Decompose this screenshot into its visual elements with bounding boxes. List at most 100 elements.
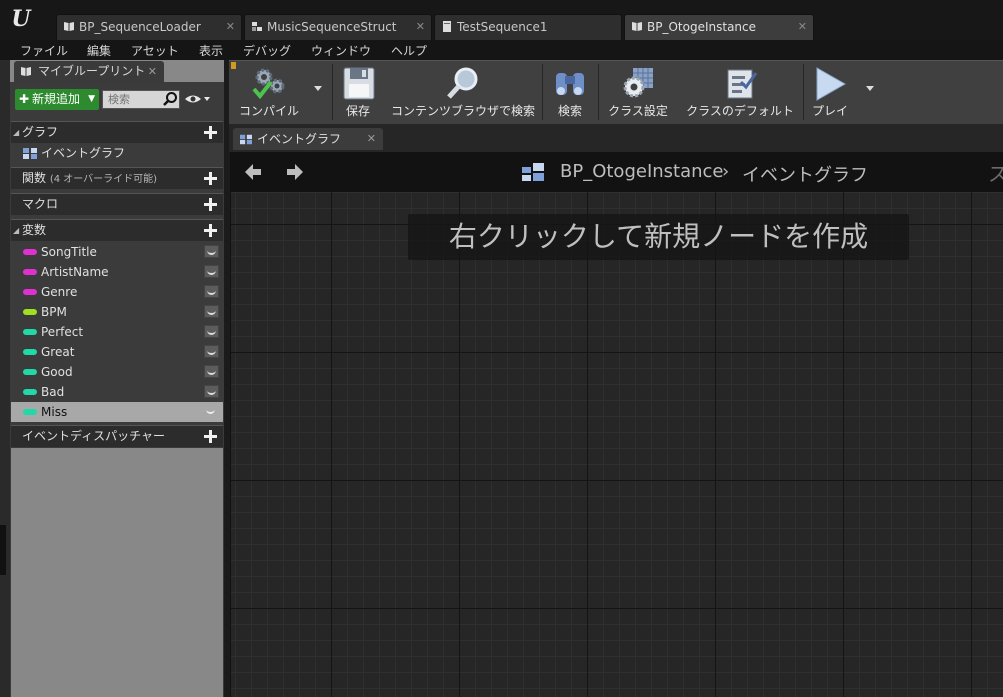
breadcrumb-graph[interactable]: イベントグラフ [742,161,868,187]
section-label: 関数 (4 オーバーライド可能) [22,168,157,190]
instance-editable-eye-icon[interactable] [204,285,219,298]
tab-bp-sequence-loader[interactable]: BP_SequenceLoader ✕ [56,14,242,40]
menu-asset[interactable]: アセット [131,42,179,59]
instance-editable-eye-icon[interactable] [204,405,219,418]
graph-item-event-graph[interactable]: イベントグラフ [11,143,223,164]
instance-editable-eye-icon[interactable] [204,345,219,358]
tab-bp-otoge-instance[interactable]: BP_OtogeInstance ✕ [624,14,814,40]
add-function-icon[interactable] [204,172,217,185]
blueprint-book-icon [21,67,31,76]
tab-music-sequence-struct[interactable]: MusicSequenceStruct ✕ [244,14,432,40]
variables-section-header[interactable]: ◢ 変数 [11,219,223,241]
event-dispatchers-section-header[interactable]: イベントディスパッチャー [11,425,223,447]
variable-item[interactable]: ArtistName [11,262,223,282]
add-new-label: 新規追加 [32,92,81,106]
play-label: プレイ [811,104,848,118]
binoculars-icon [556,73,584,95]
menu-file[interactable]: ファイル [20,42,68,59]
event-graph-icon [23,148,37,159]
close-icon[interactable]: ✕ [798,15,807,39]
variable-item[interactable]: Great [11,342,223,362]
variable-name: BPM [41,305,67,319]
functions-override-note: (4 オーバーライド可能) [49,174,158,185]
add-variable-icon[interactable] [204,224,217,237]
breadcrumb-separator: › [722,161,730,182]
instance-editable-eye-icon[interactable] [204,305,219,318]
variable-type-pin-icon [23,369,37,375]
menu-debug[interactable]: デバッグ [243,42,291,59]
visibility-eye-icon[interactable] [184,92,210,106]
close-icon[interactable]: ✕ [226,15,235,39]
variable-item[interactable]: Bad [11,382,223,402]
add-macro-icon[interactable] [204,198,217,211]
variable-item[interactable]: Miss [11,402,223,422]
variable-name: SongTitle [41,245,97,259]
event-graph-tab[interactable]: イベントグラフ ✕ [233,128,383,150]
variable-name: Genre [41,285,78,299]
instance-editable-eye-icon[interactable] [204,385,219,398]
variable-name: Good [41,365,73,379]
close-icon[interactable]: ✕ [416,15,425,39]
menu-window[interactable]: ウィンドウ [311,42,371,59]
add-new-button[interactable]: ✚ 新規追加 ▼ [15,89,99,110]
tab-test-sequence1[interactable]: TestSequence1 [434,14,622,40]
add-graph-icon[interactable] [204,126,217,139]
search-input[interactable] [105,91,164,108]
section-label: マクロ [22,197,59,211]
functions-section-header[interactable]: 関数 (4 オーバーライド可能) [11,167,223,189]
my-blueprint-tab[interactable]: マイブループリント ✕ [14,61,164,82]
graphs-section-header[interactable]: ◢ グラフ [11,121,223,143]
variable-item[interactable]: BPM [11,302,223,322]
variable-type-pin-icon [23,289,37,295]
class-defaults-label: クラスのデフォルト [686,104,794,118]
menu-help[interactable]: ヘルプ [391,42,427,59]
item-label: イベントグラフ [41,146,126,160]
browse-label: コンテンツブラウザで検索 [390,104,535,118]
menu-bar: ファイル 編集 アセット 表示 デバッグ ウィンドウ ヘルプ [0,40,1003,60]
instance-editable-eye-icon[interactable] [204,265,219,278]
variable-item[interactable]: Perfect [11,322,223,342]
variable-type-pin-icon [23,349,37,355]
save-button[interactable]: 保存 [336,62,380,122]
toolbar-separator [598,64,599,120]
graph-mode-label: ス [988,162,1003,186]
variable-name: Great [41,345,75,359]
section-label: 変数 [22,223,47,237]
tab-label: TestSequence1 [457,20,548,34]
variable-item[interactable]: Genre [11,282,223,302]
breadcrumb-blueprint[interactable]: BP_OtogeInstance [560,161,724,182]
play-options-dropdown-icon[interactable] [866,86,874,91]
close-icon[interactable]: ✕ [367,128,376,150]
class-settings-button[interactable]: クラス設定 [602,62,674,122]
menu-edit[interactable]: 編集 [87,42,111,59]
class-defaults-checklist-icon [727,69,758,99]
back-arrow-icon[interactable] [244,163,262,181]
variable-name: Miss [41,405,68,419]
search-icon[interactable] [162,91,178,107]
event-graph-icon [522,163,544,181]
browse-content-button[interactable]: コンテンツブラウザで検索 [390,62,536,122]
unreal-logo-icon[interactable]: U [6,4,36,34]
event-graph-icon [240,134,252,145]
play-button[interactable]: プレイ [806,62,854,122]
tab-label: マイブループリント [38,64,146,78]
find-button[interactable]: 検索 [546,62,594,122]
compile-button[interactable]: コンパイル [233,62,305,122]
macros-section-header[interactable]: マクロ [11,193,223,215]
close-icon[interactable]: ✕ [148,61,157,82]
toolbar-separator [542,64,543,120]
instance-editable-eye-icon[interactable] [204,245,219,258]
instance-editable-eye-icon[interactable] [204,365,219,378]
class-defaults-button[interactable]: クラスのデフォルト [682,62,798,122]
variable-item[interactable]: Good [11,362,223,382]
section-label: イベントディスパッチャー [22,429,166,443]
instance-editable-eye-icon[interactable] [204,325,219,338]
left-edge-strip [0,60,10,697]
add-dispatcher-icon[interactable] [204,430,217,443]
compile-options-dropdown-icon[interactable] [314,86,322,91]
forward-arrow-icon[interactable] [286,163,304,181]
empty-graph-hint: 右クリックして新規ノードを作成 [408,214,909,260]
menu-view[interactable]: 表示 [199,42,223,59]
magnifier-icon [447,67,478,99]
variable-item[interactable]: SongTitle [11,242,223,262]
